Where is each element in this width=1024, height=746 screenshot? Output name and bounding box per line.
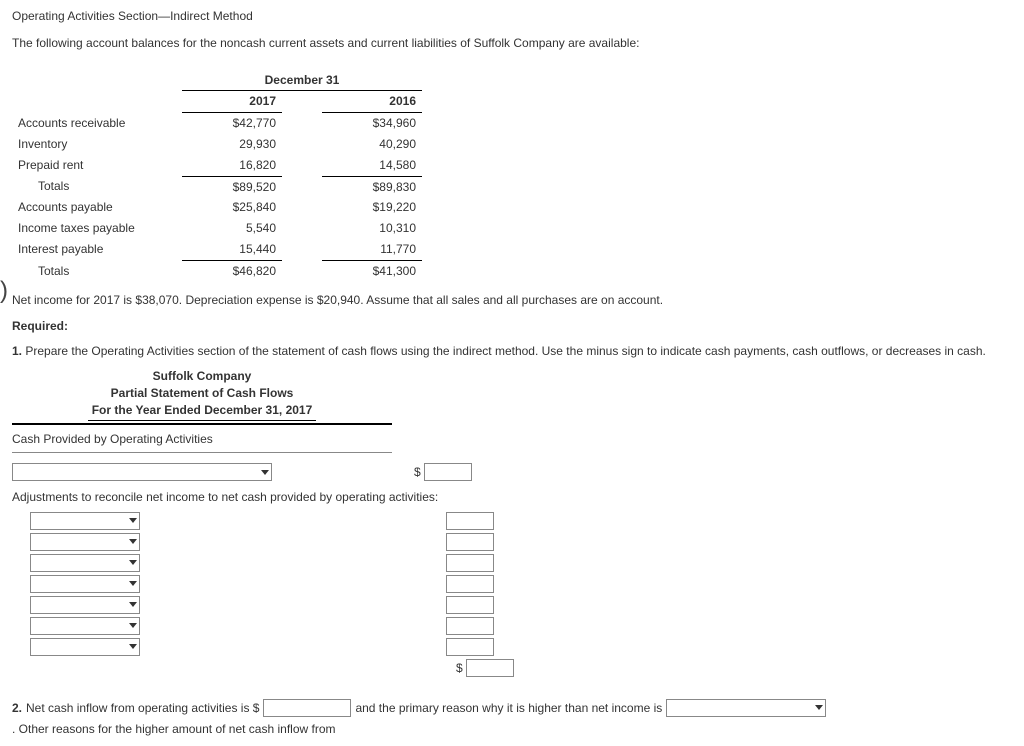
row-2017: 15,440 [182, 239, 282, 260]
row-label: Totals [12, 176, 182, 197]
adjustment-input[interactable] [446, 512, 494, 530]
row-2017: $42,770 [182, 113, 282, 134]
adjustment-dropdown[interactable] [30, 596, 140, 614]
statement-header-block: Suffolk Company Partial Statement of Cas… [12, 368, 392, 425]
q2-reason-dropdown[interactable] [666, 699, 826, 717]
adjustment-input[interactable] [446, 554, 494, 572]
stmt-company: Suffolk Company [12, 368, 392, 385]
table-row: Totals$46,820 $41,300 [12, 260, 422, 281]
year-2016: 2016 [322, 91, 422, 113]
chevron-down-icon [129, 623, 137, 628]
year-2017: 2017 [182, 91, 282, 113]
chevron-down-icon [261, 470, 269, 475]
table-row: Interest payable15,440 11,770 [12, 239, 422, 260]
table-row: Totals$89,520 $89,830 [12, 176, 422, 197]
net-income-text: Net income for 2017 is $38,070. Deprecia… [12, 292, 1012, 309]
row-label: Interest payable [12, 239, 182, 260]
q2-amount-input[interactable] [263, 699, 351, 717]
row-2017: $25,840 [182, 197, 282, 218]
adjustment-dropdown[interactable] [30, 512, 140, 530]
question-1: 1. Prepare the Operating Activities sect… [12, 343, 1012, 360]
row-2016: 10,310 [322, 218, 422, 239]
net-income-input[interactable] [424, 463, 472, 481]
row-2017: $89,520 [182, 176, 282, 197]
table-row: Accounts payable$25,840 $19,220 [12, 197, 422, 218]
adjustments-label: Adjustments to reconcile net income to n… [12, 489, 1012, 506]
adjustment-row [12, 596, 1012, 614]
balances-table: December 31 2017 2016 Accounts receivabl… [12, 70, 422, 282]
table-row: Accounts receivable$42,770 $34,960 [12, 113, 422, 134]
q2-number: 2. [12, 700, 22, 717]
row-2016: $19,220 [322, 197, 422, 218]
row-label: Totals [12, 260, 182, 281]
row-2017: $46,820 [182, 260, 282, 281]
chevron-down-icon [129, 518, 137, 523]
adjustment-dropdown[interactable] [30, 575, 140, 593]
q1-number: 1. [12, 344, 22, 358]
row-label: Income taxes payable [12, 218, 182, 239]
q2-text1: Net cash inflow from operating activitie… [26, 700, 259, 717]
chevron-down-icon [129, 602, 137, 607]
section-cash-provided: Cash Provided by Operating Activities [12, 427, 392, 453]
row-2016: 11,770 [322, 239, 422, 260]
adjustment-dropdown[interactable] [30, 617, 140, 635]
adjustment-row [12, 575, 1012, 593]
adjustment-input[interactable] [446, 596, 494, 614]
row-label: Accounts payable [12, 197, 182, 218]
adjustment-row [12, 554, 1012, 572]
adjustment-row [12, 533, 1012, 551]
margin-bracket: ) [0, 274, 8, 308]
row-2017: 29,930 [182, 134, 282, 155]
page-title: Operating Activities Section—Indirect Me… [12, 8, 1012, 25]
net-income-row: $ [12, 463, 1012, 481]
row-2016: $34,960 [322, 113, 422, 134]
row-label: Prepaid rent [12, 155, 182, 176]
stmt-title: Partial Statement of Cash Flows [12, 385, 392, 402]
chevron-down-icon [129, 581, 137, 586]
adjustment-input[interactable] [446, 533, 494, 551]
total-row: $ [12, 659, 1012, 677]
total-input[interactable] [466, 659, 514, 677]
dollar-sign: $ [414, 464, 421, 481]
intro-text: The following account balances for the n… [12, 35, 1012, 52]
row-2016: 14,580 [322, 155, 422, 176]
table-row: Inventory29,930 40,290 [12, 134, 422, 155]
chevron-down-icon [815, 705, 823, 710]
stmt-period: For the Year Ended December 31, 2017 [88, 402, 317, 422]
required-label: Required: [12, 318, 1012, 335]
table-row: Income taxes payable5,540 10,310 [12, 218, 422, 239]
q2-text3: . Other reasons for the higher amount of… [12, 721, 336, 738]
table-row: Prepaid rent16,820 14,580 [12, 155, 422, 176]
chevron-down-icon [129, 560, 137, 565]
row-2016: 40,290 [322, 134, 422, 155]
adjustment-input[interactable] [446, 617, 494, 635]
row-2016: $41,300 [322, 260, 422, 281]
row-2017: 16,820 [182, 155, 282, 176]
date-header: December 31 [182, 70, 422, 91]
question-2: 2. Net cash inflow from operating activi… [12, 699, 1012, 738]
q1-text: Prepare the Operating Activities section… [25, 344, 986, 358]
row-label: Accounts receivable [12, 113, 182, 134]
adjustment-row [12, 512, 1012, 530]
adjustment-row [12, 617, 1012, 635]
chevron-down-icon [129, 539, 137, 544]
row-2016: $89,830 [322, 176, 422, 197]
adjustment-dropdown[interactable] [30, 554, 140, 572]
adjustment-dropdown[interactable] [30, 533, 140, 551]
row-label: Inventory [12, 134, 182, 155]
dollar-sign: $ [456, 660, 463, 677]
q2-text2: and the primary reason why it is higher … [355, 700, 662, 717]
adjustment-input[interactable] [446, 575, 494, 593]
net-income-dropdown[interactable] [12, 463, 272, 481]
row-2017: 5,540 [182, 218, 282, 239]
